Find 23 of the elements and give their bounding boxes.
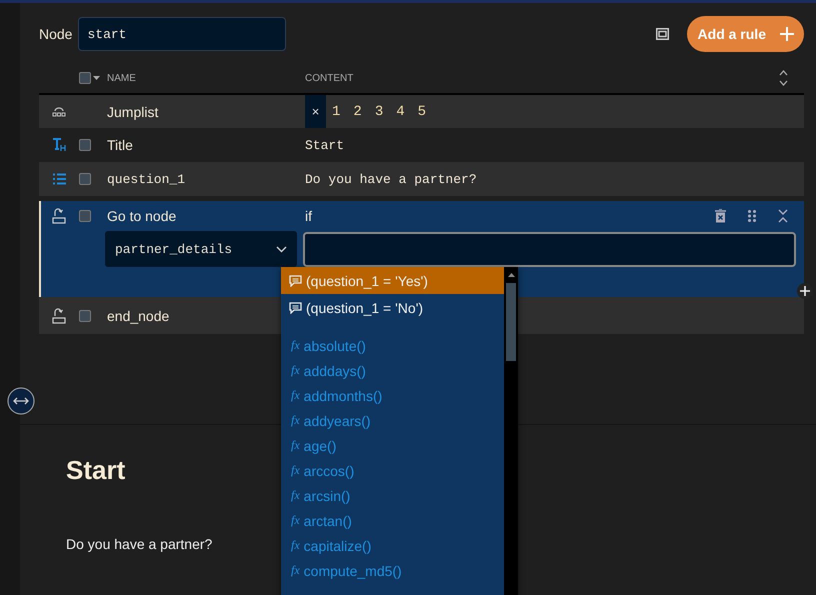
condition-label: if (305, 208, 312, 224)
rule-content: Do you have a partner? (305, 172, 477, 186)
rule-content: Start (305, 138, 344, 152)
preview-text: Do you have a partner? (66, 536, 212, 552)
rule-name: Title (107, 137, 134, 153)
function-icon: fx (291, 438, 300, 453)
rule-name: Jumplist (107, 104, 160, 120)
function-icon: fx (291, 538, 300, 553)
column-header: NAME (107, 72, 137, 84)
function-icon: fx (291, 488, 300, 503)
preview-title: Start (66, 455, 126, 486)
function-icon: fx (291, 463, 300, 478)
function-icon: fx (291, 563, 300, 578)
function-icon: fx (291, 513, 300, 528)
function-icon: fx (291, 338, 300, 353)
rule-name: end_node (107, 308, 170, 324)
function-icon: fx (291, 413, 300, 428)
rule-name: question_1 (107, 172, 186, 186)
rule-name: Go to node (107, 208, 178, 224)
column-header: CONTENT (305, 72, 354, 84)
node-label: Node (39, 26, 72, 42)
function-icon: fx (291, 363, 300, 378)
function-icon: fx (291, 388, 300, 403)
